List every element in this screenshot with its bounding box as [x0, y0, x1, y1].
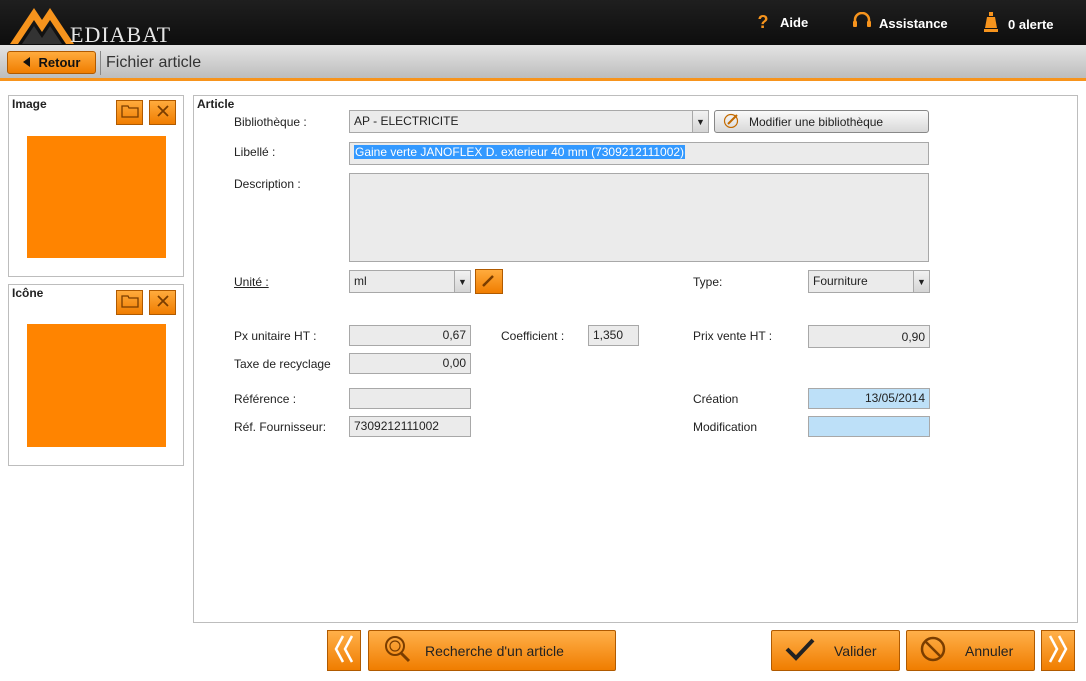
- alert-icon: [980, 12, 1002, 37]
- unite-edit-button[interactable]: [475, 269, 503, 294]
- icone-open-button[interactable]: [116, 290, 143, 315]
- coefficient-field[interactable]: 1,350: [588, 325, 639, 346]
- coefficient-label: Coefficient :: [501, 329, 565, 343]
- reference-label: Référence :: [234, 392, 297, 406]
- alerte-label: 0 alerte: [1008, 17, 1054, 32]
- recherche-article-label: Recherche d'un article: [425, 642, 564, 659]
- top-bar: EDIABAT ? Aide Assistance 0 alerte: [0, 0, 1086, 47]
- back-arrow-icon: [22, 55, 31, 70]
- recherche-article-button[interactable]: Recherche d'un article: [368, 630, 616, 671]
- prix-vente-field[interactable]: 0,90: [808, 325, 930, 348]
- close-icon: [156, 104, 170, 121]
- modification-label: Modification: [693, 420, 758, 434]
- bibliotheque-select[interactable]: AP - ELECTRICITE ▼: [349, 110, 709, 133]
- back-button-label: Retour: [38, 55, 81, 70]
- folder-icon: [120, 294, 139, 311]
- px-unitaire-label: Px unitaire HT :: [234, 329, 317, 343]
- nav-separator: [100, 51, 101, 75]
- creation-label: Création: [693, 392, 739, 406]
- article-panel: Article Bibliothèque : AP - ELECTRICITE …: [193, 95, 1078, 623]
- chevron-down-icon: ▼: [692, 111, 708, 132]
- valider-button[interactable]: Valider: [771, 630, 900, 671]
- unite-value: ml: [354, 274, 367, 288]
- modification-date-field[interactable]: [808, 416, 930, 437]
- assistance-link[interactable]: Assistance: [851, 11, 948, 35]
- libelle-field[interactable]: Gaine verte JANOFLEX D. exterieur 40 mm …: [349, 142, 929, 165]
- valider-label: Valider: [834, 642, 877, 659]
- image-delete-button[interactable]: [149, 100, 176, 125]
- next-button[interactable]: [1041, 630, 1075, 671]
- unite-label: Unité :: [234, 275, 269, 289]
- taxe-recyclage-label: Taxe de recyclage: [234, 357, 331, 371]
- back-button[interactable]: Retour: [7, 51, 96, 74]
- reference-field[interactable]: [349, 388, 471, 409]
- bibliotheque-label: Bibliothèque :: [234, 115, 307, 129]
- icone-panel: Icône: [8, 284, 184, 466]
- annuler-label: Annuler: [965, 642, 1014, 659]
- folder-icon: [120, 104, 139, 121]
- modifier-bibliotheque-button[interactable]: Modifier une bibliothèque: [714, 110, 929, 133]
- chevron-down-icon: ▼: [454, 271, 470, 292]
- page-title: Fichier article: [106, 54, 202, 71]
- close-icon: [156, 294, 170, 311]
- bibliotheque-value: AP - ELECTRICITE: [354, 114, 459, 128]
- description-label: Description :: [234, 177, 301, 191]
- image-panel: Image: [8, 95, 184, 277]
- image-open-button[interactable]: [116, 100, 143, 125]
- creation-date-field[interactable]: 13/05/2014: [808, 388, 930, 409]
- libelle-label: Libellé :: [234, 145, 276, 159]
- unite-select[interactable]: ml ▼: [349, 270, 471, 293]
- icone-panel-title: Icône: [12, 286, 44, 300]
- pencil-icon: [481, 272, 497, 291]
- help-icon: ?: [757, 12, 769, 32]
- type-label: Type:: [693, 275, 723, 289]
- checkmark-icon: [784, 636, 816, 665]
- icone-placeholder: [27, 324, 166, 447]
- chevron-down-icon: ▼: [913, 271, 929, 292]
- previous-button[interactable]: [327, 630, 361, 671]
- taxe-recyclage-field[interactable]: 0,00: [349, 353, 471, 374]
- libelle-value: Gaine verte JANOFLEX D. exterieur 40 mm …: [354, 145, 686, 159]
- px-unitaire-field[interactable]: 0,67: [349, 325, 471, 346]
- type-value: Fourniture: [813, 274, 868, 288]
- ref-fournisseur-field[interactable]: 7309212111002: [349, 416, 471, 437]
- aide-label: Aide: [780, 15, 809, 30]
- prix-vente-label: Prix vente HT :: [693, 329, 773, 343]
- image-panel-title: Image: [12, 97, 47, 111]
- modifier-bibliotheque-label: Modifier une bibliothèque: [749, 114, 884, 129]
- aide-link[interactable]: ? Aide: [752, 12, 809, 33]
- assistance-label: Assistance: [879, 16, 948, 31]
- headset-icon: [851, 11, 873, 35]
- ref-fournisseur-label: Réf. Fournisseur:: [234, 420, 327, 434]
- annuler-button[interactable]: Annuler: [906, 630, 1035, 671]
- image-placeholder: [27, 136, 166, 258]
- type-select[interactable]: Fourniture ▼: [808, 270, 930, 293]
- description-field[interactable]: [349, 173, 929, 262]
- alerte-link[interactable]: 0 alerte: [980, 12, 1054, 37]
- article-panel-title: Article: [197, 97, 235, 111]
- edit-icon: [723, 112, 741, 131]
- cancel-icon: [919, 635, 947, 666]
- icone-delete-button[interactable]: [149, 290, 176, 315]
- double-chevron-right-icon: [1047, 634, 1069, 667]
- nav-bar: Retour Fichier article: [0, 45, 1086, 81]
- mediabat-logo: EDIABAT: [8, 2, 178, 47]
- search-icon: [381, 633, 413, 668]
- double-chevron-left-icon: [333, 634, 355, 667]
